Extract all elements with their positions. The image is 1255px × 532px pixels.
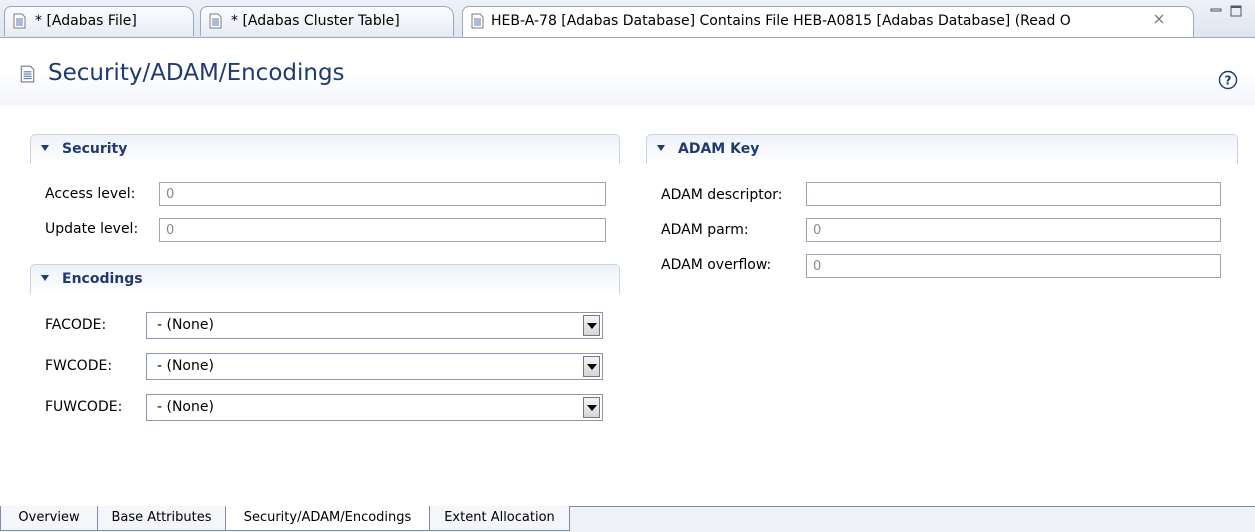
adam-descriptor-field[interactable] <box>806 182 1221 206</box>
editor-tab-label: * [Adabas File] <box>35 13 137 29</box>
editor-tab-adabas-file[interactable]: * [Adabas File] <box>4 6 194 36</box>
section-title: ADAM Key <box>678 141 760 157</box>
select-value: - (None) <box>157 317 214 333</box>
editor-tab-label: * [Adabas Cluster Table] <box>231 13 400 29</box>
fuwcode-label: FUWCODE: <box>45 399 123 415</box>
section-title: Security <box>62 141 128 157</box>
editor-tab-strip: * [Adabas File] * [Adabas Cluster Table]… <box>0 0 1255 38</box>
editor-tab-label: HEB-A-78 [Adabas Database] Contains File… <box>491 13 1071 29</box>
section-title: Encodings <box>62 271 143 287</box>
document-icon <box>13 13 26 33</box>
dropdown-arrow-icon[interactable] <box>583 356 600 377</box>
close-icon[interactable] <box>1151 13 1167 29</box>
update-level-label: Update level: <box>45 221 139 237</box>
select-value: - (None) <box>157 399 214 415</box>
encodings-section-header[interactable]: Encodings <box>30 264 620 294</box>
access-level-label: Access level: <box>45 186 136 202</box>
expand-arrow-icon[interactable] <box>41 145 49 151</box>
form-header: Security/ADAM/Encodings ? <box>0 38 1255 106</box>
fwcode-label: FWCODE: <box>45 358 113 374</box>
tab-extent-allocation[interactable]: Extent Allocation <box>429 506 570 531</box>
select-value: - (None) <box>157 358 214 374</box>
document-icon <box>209 13 222 33</box>
expand-arrow-icon[interactable] <box>41 275 49 281</box>
adam-descriptor-label: ADAM descriptor: <box>661 187 783 203</box>
fuwcode-select[interactable]: - (None) <box>146 394 603 421</box>
adam-parm-field[interactable] <box>806 218 1221 242</box>
security-section-header[interactable]: Security <box>30 134 620 164</box>
adam-overflow-field[interactable] <box>806 254 1221 278</box>
adam-key-section-header[interactable]: ADAM Key <box>646 134 1238 164</box>
page-tab-bar: Overview Base Attributes Security/ADAM/E… <box>0 506 1255 532</box>
update-level-field[interactable] <box>159 218 606 242</box>
document-icon <box>20 65 35 87</box>
adam-overflow-label: ADAM overflow: <box>661 257 772 273</box>
dropdown-arrow-icon[interactable] <box>583 315 600 336</box>
window-controls <box>1209 4 1249 22</box>
adam-parm-label: ADAM parm: <box>661 222 749 238</box>
tab-overview[interactable]: Overview <box>0 506 98 531</box>
maximize-icon[interactable] <box>1229 4 1245 20</box>
minimize-icon[interactable] <box>1209 4 1225 20</box>
tab-base-attributes[interactable]: Base Attributes <box>97 506 226 531</box>
tab-security-adam-encodings[interactable]: Security/ADAM/Encodings <box>225 506 430 531</box>
page-title: Security/ADAM/Encodings <box>48 60 345 86</box>
expand-arrow-icon[interactable] <box>657 145 665 151</box>
dropdown-arrow-icon[interactable] <box>583 397 600 418</box>
editor-tab-adabas-cluster-table[interactable]: * [Adabas Cluster Table] <box>200 6 454 36</box>
help-icon[interactable]: ? <box>1218 70 1238 90</box>
facode-label: FACODE: <box>45 317 107 333</box>
fwcode-select[interactable]: - (None) <box>146 353 603 380</box>
svg-text:?: ? <box>1225 74 1232 88</box>
facode-select[interactable]: - (None) <box>146 312 603 339</box>
document-icon <box>471 13 484 33</box>
editor-tab-heb-a-78[interactable]: HEB-A-78 [Adabas Database] Contains File… <box>462 6 1194 37</box>
access-level-field[interactable] <box>159 182 606 206</box>
